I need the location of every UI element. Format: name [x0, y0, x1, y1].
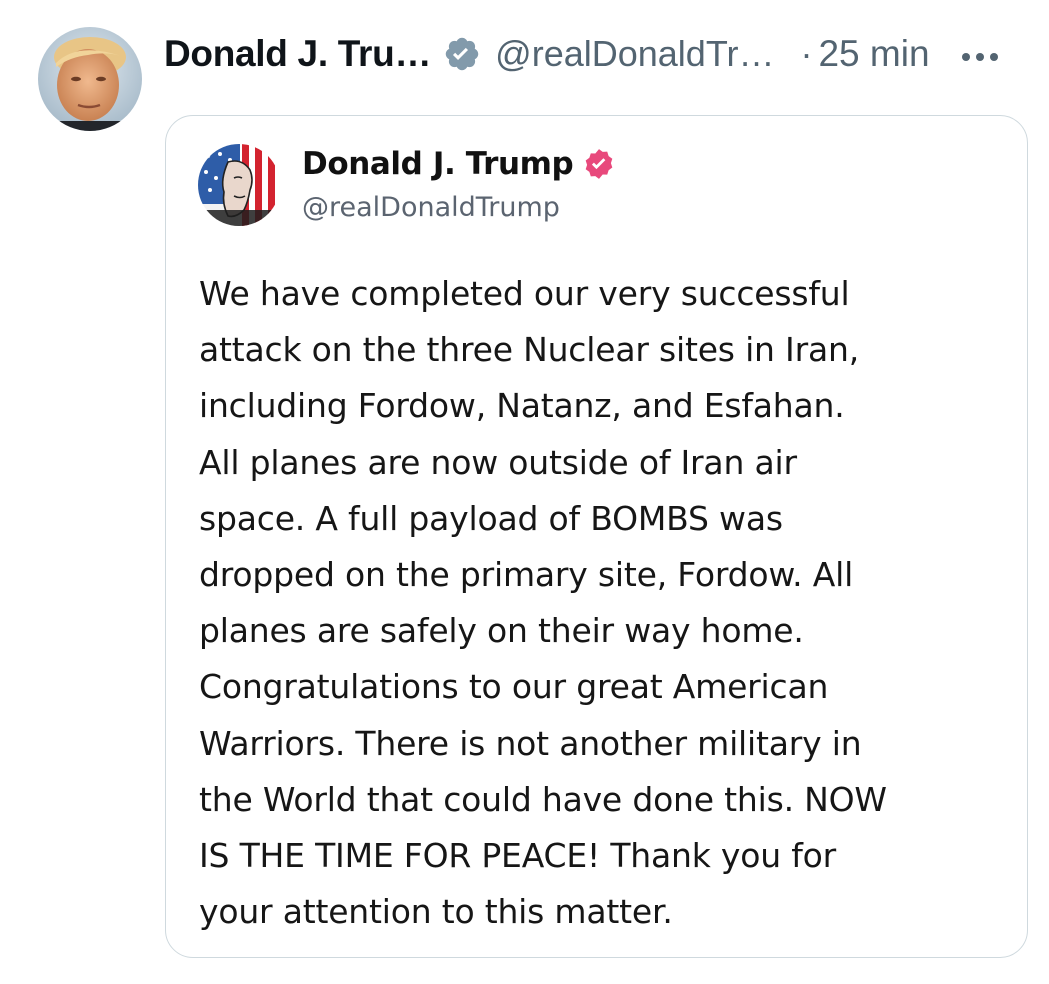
embedded-image-card[interactable]: Donald J. Trump @realDonaldTrump We have…	[165, 115, 1028, 958]
embedded-author-handle: @realDonaldTrump	[302, 192, 560, 223]
embedded-name-row: Donald J. Trump	[302, 146, 616, 182]
verified-badge-icon[interactable]	[443, 35, 481, 73]
author-avatar[interactable]	[38, 27, 142, 131]
flag-portrait-avatar-icon	[198, 144, 280, 226]
author-name[interactable]: Donald J. Tru…	[164, 33, 431, 75]
post-time[interactable]: 25 min	[818, 33, 929, 75]
author-handle[interactable]: @realDonaldTr…	[495, 33, 774, 75]
tweet-header: Donald J. Tru… @realDonaldTr… · 25 min	[164, 26, 1034, 82]
separator-dot: ·	[800, 33, 813, 74]
more-options-icon[interactable]	[960, 48, 1000, 61]
post-body-text: We have completed our very successful at…	[199, 274, 887, 932]
embedded-avatar	[198, 144, 280, 226]
embedded-author-name: Donald J. Trump	[302, 146, 574, 182]
avatar-photo-icon	[38, 27, 142, 131]
verified-badge-icon	[582, 147, 616, 181]
